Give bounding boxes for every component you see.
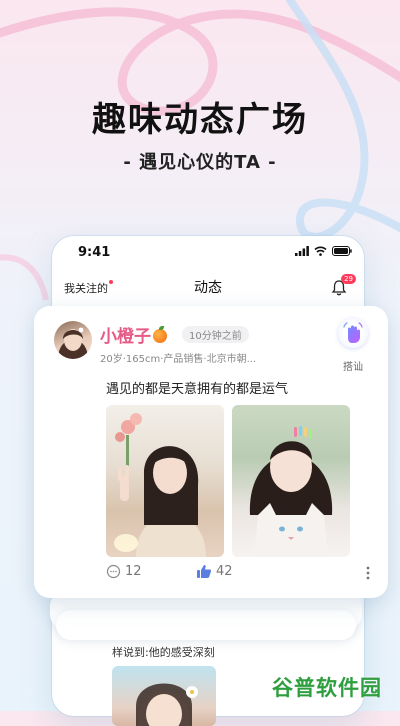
next-post-photo[interactable] [112, 666, 216, 726]
portrait-image [136, 683, 198, 726]
status-icons [295, 246, 352, 256]
watermark: 谷普软件园 [272, 676, 382, 700]
user-meta: 20岁·165cm·产品销售·北京市朝... [100, 354, 257, 365]
thumbs-up-icon [197, 565, 212, 578]
battery-icon [332, 246, 352, 256]
comment-icon [106, 564, 121, 579]
username-text: 小橙子 [100, 327, 151, 347]
greet-button[interactable] [338, 318, 368, 348]
app-nav-bar: 我关注的 动态 29 [52, 270, 364, 308]
greet-label: 搭讪 [343, 362, 363, 373]
comment-button[interactable]: 12 [106, 564, 142, 579]
more-icon[interactable] [366, 566, 370, 580]
promo-subline: - 遇见心仪的TA - [123, 152, 277, 173]
page-title: 动态 [194, 280, 222, 296]
status-time: 9:41 [78, 245, 111, 260]
status-bar: 9:41 [52, 236, 364, 270]
comment-count: 12 [125, 564, 142, 579]
notification-badge: 29 [341, 274, 356, 284]
avatar[interactable] [54, 321, 92, 359]
post-actions: 12 42 [106, 564, 370, 582]
post-photo-2[interactable] [232, 405, 350, 557]
photo-girl-with-cat [249, 426, 333, 557]
signal-icon [295, 246, 309, 256]
post-text: 遇见的都是天意拥有的都是运气 [106, 382, 289, 397]
post-card[interactable]: 小橙子 10分钟之前 20岁·165cm·产品销售·北京市朝... 搭讪 遇见的… [34, 306, 388, 598]
wifi-icon [314, 246, 327, 256]
next-post-text: 样说到:他的感受深刻 [112, 646, 215, 659]
post-photo-1[interactable] [106, 405, 224, 557]
like-button[interactable]: 42 [196, 564, 233, 579]
username[interactable]: 小橙子 [100, 322, 167, 347]
avatar-image [58, 327, 88, 359]
stacked-card [56, 610, 356, 640]
photo-girl-peace-sign [114, 413, 206, 557]
promo-headline: 趣味动态广场 [92, 100, 308, 140]
wave-hand-icon [343, 322, 363, 343]
orange-emoji-icon [153, 326, 167, 343]
time-badge: 10分钟之前 [182, 326, 249, 343]
like-count: 42 [216, 564, 233, 579]
